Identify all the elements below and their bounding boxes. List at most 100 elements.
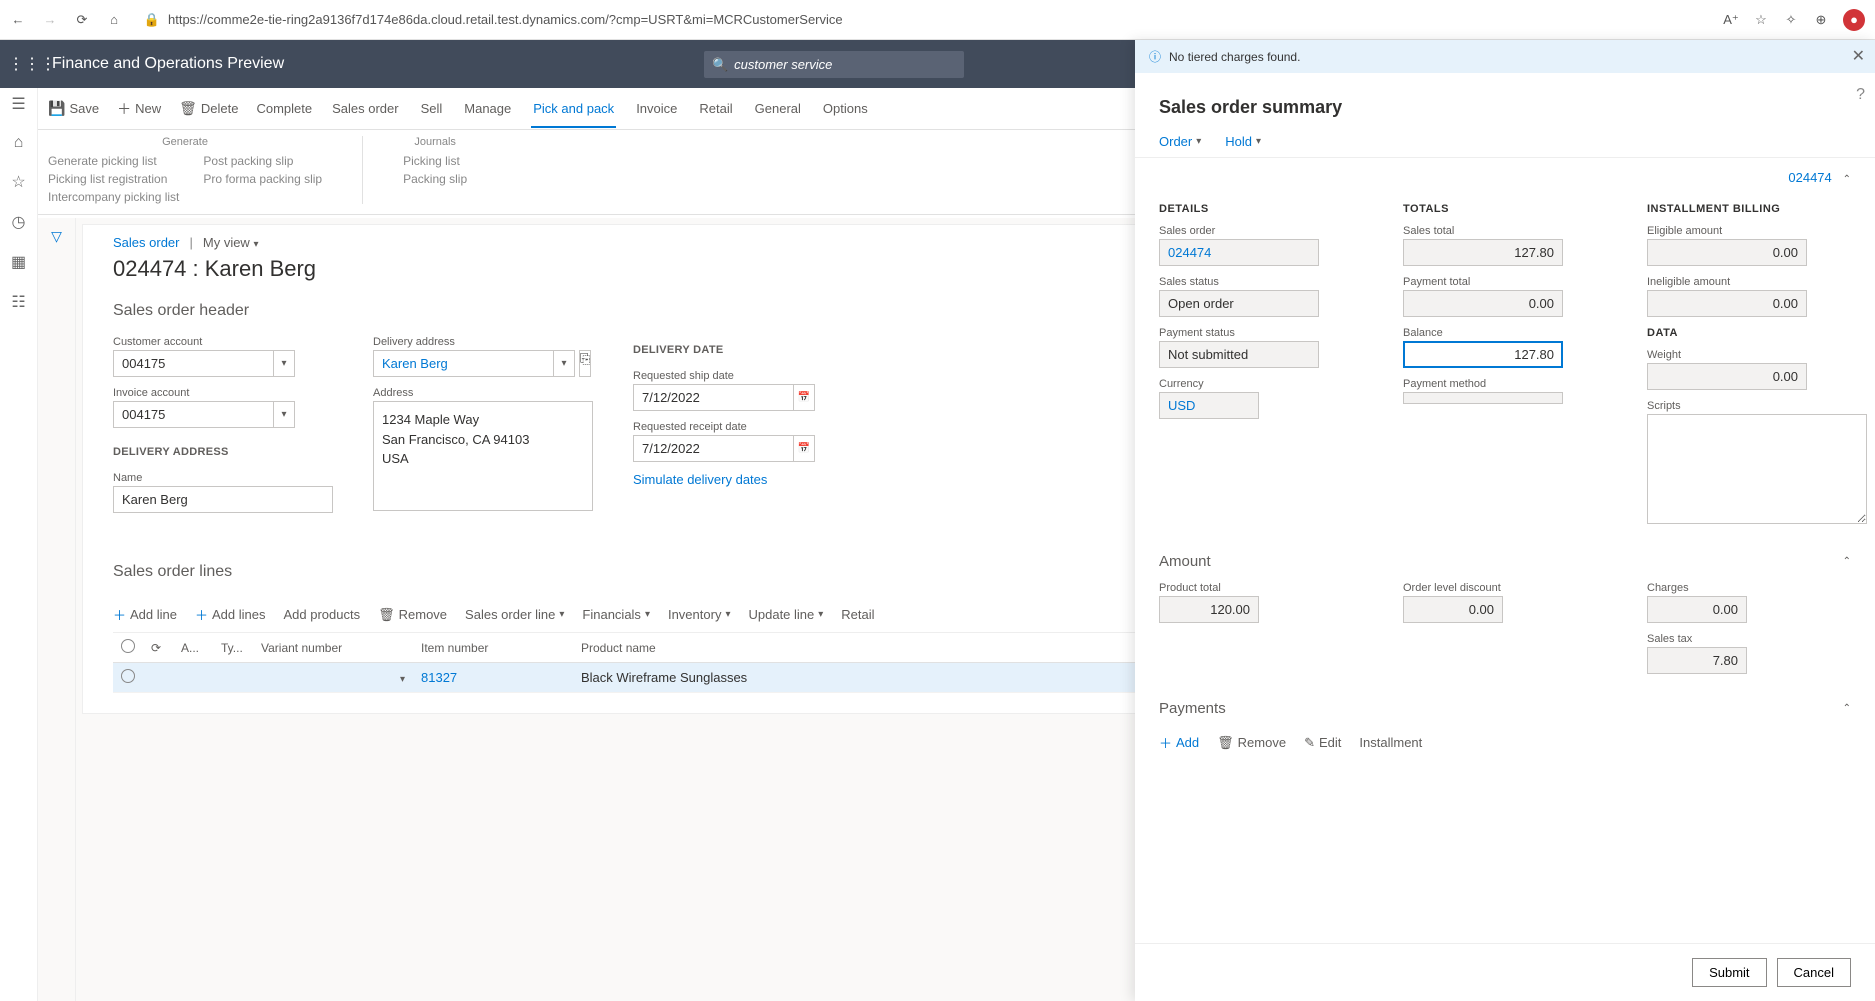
- recent-nav-icon[interactable]: ◷: [12, 212, 26, 232]
- invoice-account-input[interactable]: 004175: [113, 401, 273, 428]
- add-products-button[interactable]: Add products: [284, 607, 361, 622]
- tab-options[interactable]: Options: [821, 91, 870, 126]
- select-all-checkbox[interactable]: [121, 639, 135, 653]
- collections-icon[interactable]: ⊕: [1813, 12, 1829, 28]
- hamburger-icon[interactable]: ☰: [11, 94, 25, 114]
- simulate-delivery-dates-link[interactable]: Simulate delivery dates: [633, 472, 833, 487]
- home-nav-icon[interactable]: ⌂: [14, 134, 24, 152]
- tab-pick-and-pack[interactable]: Pick and pack: [531, 91, 616, 128]
- close-icon[interactable]: ✕: [1852, 46, 1865, 66]
- order-menu[interactable]: Order▾: [1159, 134, 1201, 149]
- hold-menu[interactable]: Hold▾: [1225, 134, 1261, 149]
- col-variant[interactable]: Variant number: [253, 633, 413, 663]
- details-sales-order[interactable]: 024474: [1159, 239, 1319, 266]
- amount-heading[interactable]: Amount: [1159, 553, 1211, 570]
- name-input[interactable]: Karen Berg: [113, 486, 333, 513]
- tab-manage[interactable]: Manage: [462, 91, 513, 126]
- address-add-icon[interactable]: ⎘: [579, 350, 591, 377]
- payments-add-button[interactable]: ＋Add: [1159, 733, 1199, 752]
- url-text[interactable]: https://comme2e-tie-ring2a9136f7d174e86d…: [168, 12, 843, 27]
- star-nav-icon[interactable]: ☆: [11, 172, 25, 192]
- amount-order-discount: 0.00: [1403, 596, 1503, 623]
- delivery-address-subhead: DELIVERY ADDRESS: [113, 446, 333, 458]
- totals-heading: TOTALS: [1403, 203, 1607, 215]
- tab-retail[interactable]: Retail: [697, 91, 734, 126]
- update-line-menu[interactable]: Update line ▾: [748, 607, 823, 622]
- dropdown-icon[interactable]: ▾: [273, 401, 295, 428]
- workspace-nav-icon[interactable]: ▦: [11, 252, 26, 272]
- tab-sales-order[interactable]: Sales order: [330, 91, 400, 126]
- tab-invoice[interactable]: Invoice: [634, 91, 679, 126]
- payments-remove-button[interactable]: 🗑Remove: [1217, 733, 1286, 752]
- help-icon[interactable]: ?: [1856, 86, 1865, 104]
- ribbon-pro-forma-packing-slip[interactable]: Pro forma packing slip: [203, 172, 322, 186]
- sales-order-line-menu[interactable]: Sales order line ▾: [465, 607, 564, 622]
- read-aloud-icon[interactable]: A⁺: [1723, 12, 1739, 28]
- filter-icon[interactable]: ▽: [51, 228, 62, 1001]
- collapse-icon[interactable]: ⌃: [1843, 174, 1851, 185]
- installment-eligible: 0.00: [1647, 239, 1807, 266]
- breadcrumb-root[interactable]: Sales order: [113, 235, 179, 250]
- payments-installment-button[interactable]: Installment: [1359, 733, 1422, 752]
- profile-avatar-icon[interactable]: ●: [1843, 9, 1865, 31]
- waffle-icon[interactable]: ⋮⋮⋮: [8, 54, 48, 74]
- details-currency[interactable]: USD: [1159, 392, 1259, 419]
- app-title: Finance and Operations Preview: [52, 55, 284, 73]
- add-lines-button[interactable]: ＋Add lines: [195, 605, 266, 624]
- customer-account-input[interactable]: 004175: [113, 350, 273, 377]
- address-textarea[interactable]: 1234 Maple Way San Francisco, CA 94103 U…: [373, 401, 593, 511]
- delete-button[interactable]: 🗑Delete: [179, 100, 238, 117]
- calendar-icon[interactable]: 📅: [793, 435, 815, 462]
- requested-receipt-date-input[interactable]: 7/12/2022: [633, 435, 793, 462]
- chevron-down-icon[interactable]: ▾: [400, 674, 405, 685]
- data-scripts[interactable]: [1647, 414, 1867, 524]
- forward-icon[interactable]: →: [42, 12, 58, 28]
- new-button[interactable]: ＋New: [117, 99, 161, 119]
- refresh-col-icon[interactable]: ⟳: [143, 633, 173, 663]
- add-line-button[interactable]: ＋Add line: [113, 605, 177, 624]
- col-ty[interactable]: Ty...: [213, 633, 253, 663]
- remove-line-button[interactable]: 🗑Remove: [378, 607, 447, 623]
- favorites-bar-icon[interactable]: ✧: [1783, 12, 1799, 28]
- payments-heading[interactable]: Payments: [1159, 700, 1226, 717]
- financials-menu[interactable]: Financials ▾: [582, 607, 650, 622]
- modules-nav-icon[interactable]: ☷: [11, 292, 25, 312]
- requested-ship-date-input[interactable]: 7/12/2022: [633, 384, 793, 411]
- order-number-link[interactable]: 024474: [1788, 170, 1831, 185]
- refresh-icon[interactable]: ⟳: [74, 12, 90, 28]
- ribbon-intercompany-picking-list[interactable]: Intercompany picking list: [48, 190, 179, 204]
- back-icon[interactable]: ←: [10, 12, 26, 28]
- ribbon-journals-packing-slip[interactable]: Packing slip: [403, 172, 467, 186]
- breadcrumb-view[interactable]: My view ▾: [203, 235, 259, 250]
- ribbon-generate-picking-list[interactable]: Generate picking list: [48, 154, 179, 168]
- delivery-address-input[interactable]: Karen Berg: [373, 350, 553, 377]
- search-input[interactable]: [704, 51, 964, 78]
- retail-menu[interactable]: Retail: [841, 607, 874, 622]
- tab-sell[interactable]: Sell: [419, 91, 445, 126]
- col-item[interactable]: Item number: [413, 633, 573, 663]
- ribbon-picking-list-registration[interactable]: Picking list registration: [48, 172, 179, 186]
- item-number-link[interactable]: 81327: [421, 670, 457, 685]
- dropdown-icon[interactable]: ▾: [273, 350, 295, 377]
- ribbon-journals-picking-list[interactable]: Picking list: [403, 154, 467, 168]
- collapse-icon[interactable]: ⌃: [1843, 556, 1851, 567]
- calendar-icon[interactable]: 📅: [793, 384, 815, 411]
- collapse-icon[interactable]: ⌃: [1843, 703, 1851, 714]
- save-button[interactable]: 💾Save: [48, 100, 99, 117]
- row-select-checkbox[interactable]: [121, 669, 135, 683]
- details-sales-status: Open order: [1159, 290, 1319, 317]
- complete-button[interactable]: Complete: [256, 101, 312, 116]
- inventory-menu[interactable]: Inventory ▾: [668, 607, 731, 622]
- totals-balance[interactable]: 127.80: [1403, 341, 1563, 368]
- favorite-icon[interactable]: ☆: [1753, 12, 1769, 28]
- payments-edit-button[interactable]: ✎Edit: [1304, 733, 1341, 752]
- left-nav-rail: ☰ ⌂ ☆ ◷ ▦ ☷: [0, 88, 38, 1001]
- dropdown-icon[interactable]: ▾: [553, 350, 575, 377]
- ribbon-post-packing-slip[interactable]: Post packing slip: [203, 154, 322, 168]
- col-a[interactable]: A...: [173, 633, 213, 663]
- field-requested-ship-date: Requested ship date 7/12/2022📅: [633, 370, 833, 411]
- home-icon[interactable]: ⌂: [106, 12, 122, 28]
- cancel-button[interactable]: Cancel: [1777, 958, 1851, 987]
- tab-general[interactable]: General: [753, 91, 803, 126]
- submit-button[interactable]: Submit: [1692, 958, 1766, 987]
